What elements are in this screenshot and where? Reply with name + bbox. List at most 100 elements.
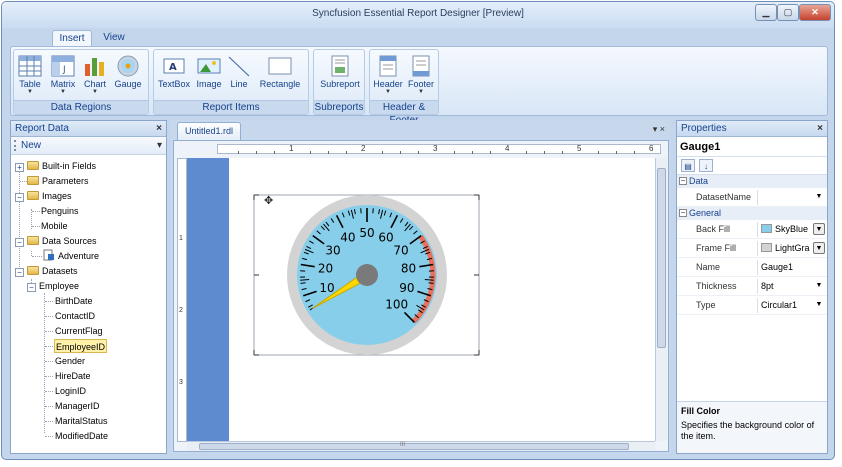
property-row[interactable]: Back Fill SkyBlue ▼	[677, 220, 827, 239]
tab-untitled1[interactable]: Untitled1.rdl	[177, 122, 241, 140]
line-button[interactable]: Line	[226, 54, 252, 89]
gauge-label: Gauge	[114, 79, 142, 89]
new-button[interactable]: New	[21, 140, 41, 151]
chevron-down-icon: ▼	[385, 89, 391, 95]
field-item[interactable]: HireDate	[55, 369, 91, 383]
close-button[interactable]: ✕	[799, 4, 831, 21]
footer-button[interactable]: Footer ▼	[405, 54, 437, 95]
tree-node-builtin-fields[interactable]: Built-in Fields	[27, 159, 96, 173]
chevron-down-icon[interactable]: ▼	[813, 298, 825, 312]
color-swatch	[761, 224, 772, 233]
property-key: Back Fill	[696, 224, 731, 234]
image-icon	[197, 58, 221, 74]
close-icon[interactable]: ×	[817, 121, 823, 136]
collapse-icon[interactable]: −	[679, 209, 687, 217]
table-button[interactable]: Table ▼	[16, 54, 44, 95]
rectangle-button[interactable]: Rectangle	[254, 54, 306, 89]
tree-node-parameters[interactable]: Parameters	[27, 174, 89, 188]
header-button[interactable]: Header ▼	[373, 54, 403, 95]
collapse-toggle[interactable]: −	[27, 283, 36, 292]
folder-icon	[27, 236, 39, 245]
subreport-button[interactable]: Subreport	[318, 54, 362, 89]
expand-toggle[interactable]: +	[15, 163, 24, 172]
color-swatch	[761, 243, 772, 252]
field-item-selected[interactable]: EmployeeID	[54, 339, 108, 353]
property-value[interactable]: Gauge1	[757, 260, 825, 275]
collapse-icon[interactable]: −	[679, 177, 687, 185]
horizontal-scrollbar[interactable]: III	[187, 441, 655, 451]
collapse-toggle[interactable]: −	[15, 238, 24, 247]
tree-node-images[interactable]: Images	[27, 189, 72, 203]
vertical-scrollbar[interactable]	[655, 158, 667, 441]
minimize-button[interactable]: ▁	[755, 4, 777, 21]
chevron-down-icon[interactable]: ▼	[813, 279, 825, 293]
textbox-label: TextBox	[157, 79, 190, 89]
property-row[interactable]: DatasetName ▼	[677, 188, 827, 207]
ruler-label: 1	[179, 235, 183, 242]
property-key: Name	[696, 262, 721, 272]
overflow-icon[interactable]: ▾	[157, 137, 162, 154]
field-item[interactable]: ContactID	[55, 309, 95, 323]
gauge-button[interactable]: Gauge	[112, 54, 144, 89]
property-row[interactable]: Frame Fill LightGra ▼	[677, 239, 827, 258]
tree-node-mobile[interactable]: Mobile	[41, 219, 68, 233]
tree-node-penguins[interactable]: Penguins	[41, 204, 79, 218]
document-tab-controls[interactable]: ▾ ×	[653, 124, 665, 135]
image-label: Image	[196, 79, 222, 89]
scroll-thumb[interactable]	[657, 168, 666, 348]
move-icon[interactable]: ✥	[264, 194, 273, 207]
alphabetical-icon[interactable]: ↓	[699, 159, 713, 172]
collapse-toggle[interactable]: −	[15, 268, 24, 277]
collapse-toggle[interactable]: −	[15, 193, 24, 202]
chevron-down-icon: ▼	[92, 89, 98, 95]
tab-view[interactable]: View	[98, 30, 130, 47]
chevron-down-icon[interactable]: ▼	[813, 223, 825, 235]
category-data[interactable]: − Data	[677, 175, 827, 188]
ruler-label: 6	[649, 144, 654, 153]
property-value[interactable]: 8pt ▼	[757, 279, 825, 294]
category-general[interactable]: − General	[677, 207, 827, 220]
tree-node-datasets[interactable]: Datasets	[27, 264, 78, 278]
matrix-button[interactable]: J Matrix ▼	[48, 54, 78, 95]
scale-label: 30	[325, 243, 340, 257]
chart-button[interactable]: Chart ▼	[81, 54, 109, 95]
property-value[interactable]: SkyBlue ▼	[757, 222, 825, 237]
vertical-ruler: 1 2 3	[177, 158, 187, 442]
field-item[interactable]: BirthDate	[55, 294, 93, 308]
field-item[interactable]: ModifiedDate	[55, 429, 108, 443]
property-key: Type	[696, 300, 716, 310]
chevron-down-icon[interactable]: ▼	[813, 190, 825, 204]
property-row[interactable]: Thickness 8pt ▼	[677, 277, 827, 296]
textbox-button[interactable]: A TextBox	[157, 54, 191, 89]
ruler-label: 4	[505, 144, 510, 153]
close-icon[interactable]: ×	[156, 121, 162, 136]
grip-icon: III	[400, 442, 406, 448]
folder-icon	[27, 161, 39, 170]
report-page[interactable]: ✥ 10 20 30 40 50 60 70 80 90 100	[229, 158, 655, 441]
ruler-label: 3	[179, 379, 183, 386]
tab-insert[interactable]: Insert	[52, 30, 92, 47]
categorized-icon[interactable]: ▤	[681, 159, 695, 172]
property-value[interactable]: ▼	[757, 190, 825, 205]
document-area: Untitled1.rdl ▾ × 1 2 3 4 5 6 1 2 3 ✥ 10…	[171, 120, 671, 454]
property-row[interactable]: Name Gauge1	[677, 258, 827, 277]
chart-icon	[85, 58, 104, 76]
tree-node-data-sources[interactable]: Data Sources	[27, 234, 97, 248]
maximize-button[interactable]: ▢	[777, 4, 799, 21]
property-value[interactable]: LightGra ▼	[757, 241, 825, 256]
field-item[interactable]: LoginID	[55, 384, 86, 398]
footer-icon	[412, 55, 430, 77]
field-item[interactable]: Gender	[55, 354, 85, 368]
field-item[interactable]: MaritalStatus	[55, 414, 108, 428]
image-button[interactable]: Image	[194, 54, 224, 89]
scroll-thumb[interactable]: III	[199, 442, 629, 450]
tree-node-adventure[interactable]: Adventure	[43, 249, 99, 263]
field-item[interactable]: CurrentFlag	[55, 324, 103, 338]
field-item[interactable]: ManagerID	[55, 399, 100, 413]
tree-node-employee[interactable]: Employee	[39, 279, 79, 293]
property-value[interactable]: Circular1 ▼	[757, 298, 825, 313]
chevron-down-icon[interactable]: ▼	[813, 242, 825, 254]
scale-label: 10	[319, 281, 334, 295]
property-row[interactable]: Type Circular1 ▼	[677, 296, 827, 315]
group-label: Report Items	[154, 100, 308, 114]
